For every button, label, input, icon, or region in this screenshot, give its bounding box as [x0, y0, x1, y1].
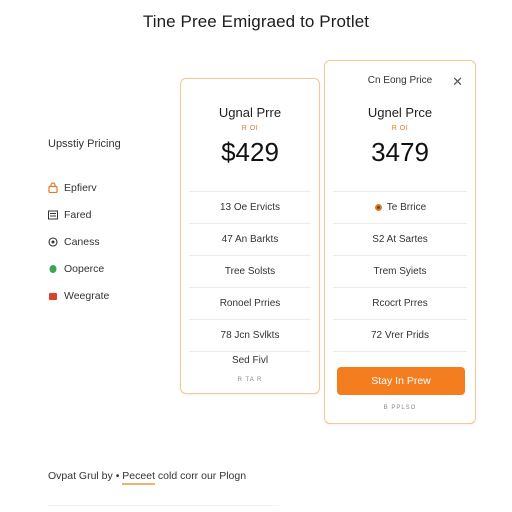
page-title: Tine Pree Emigraed to Protlet [142, 12, 370, 31]
feature-label: Te Brrice [386, 202, 427, 213]
feature-row: 47 An Barkts [189, 223, 311, 255]
plan-name: Ugnal Prre [218, 105, 282, 120]
bag-icon [48, 291, 62, 301]
plan-subtitle: R OI [391, 125, 409, 132]
sidebar-item-weegrate[interactable]: Weegrate [48, 282, 168, 309]
feature-row: 13 Oe Ervicts [189, 191, 311, 223]
divider [333, 351, 467, 352]
plan-name: Ugnel Prce [367, 105, 433, 120]
feature-row: Rcocrt Prres [333, 287, 467, 319]
stay-in-plan-button[interactable]: Stay In Prew [337, 367, 465, 395]
sidebar-item-label: Caness [64, 235, 100, 248]
feature-row: Tree Solsts [189, 255, 311, 287]
bottom-note-text: Ovpat Grul by • [48, 470, 120, 482]
close-icon[interactable]: ✕ [452, 74, 463, 90]
bottom-note-link[interactable]: Peceet [122, 470, 155, 485]
sidebar-item-label: Weegrate [64, 289, 110, 302]
sidebar-item-epfierv[interactable]: Epfierv [48, 174, 168, 201]
feature-sidebar: Upsstiy Pricing Epfierv Fared Caness Oop… [48, 138, 168, 309]
divider [189, 351, 311, 352]
plan-price: $429 [221, 137, 279, 167]
divider [48, 505, 278, 506]
bottom-note-rest: cold corr our Plogn [157, 470, 247, 482]
sidebar-item-fared[interactable]: Fared [48, 201, 168, 228]
sidebar-item-caness[interactable]: Caness [48, 228, 168, 255]
globe-icon [48, 236, 62, 247]
list-icon [48, 210, 62, 220]
sidebar-item-label: Epfierv [64, 181, 97, 194]
bottom-note: Ovpat Grul by • Peceet cold corr our Plo… [48, 470, 247, 485]
feature-row: Ronoel Prries [189, 287, 311, 319]
plan-footer-label[interactable]: Sed Fivl [181, 355, 319, 366]
feature-row: Trem Syiets [333, 255, 467, 287]
feature-row: S2 At Sartes [333, 223, 467, 255]
plan-subtitle: R OI [241, 125, 259, 132]
feature-row: 72 Vrer Prids [333, 319, 467, 351]
sidebar-item-label: Ooperce [64, 262, 105, 275]
feature-list: Te Brrice S2 At Sartes Trem Syiets Rcocr… [333, 191, 467, 352]
sidebar-heading: Upsstiy Pricing [48, 138, 121, 150]
plan-footer-note: B PPLSO [383, 405, 417, 411]
feature-row: 78 Jcn Svlkts [189, 319, 311, 351]
feature-row: Te Brrice [333, 191, 467, 223]
feature-list: 13 Oe Ervicts 47 An Barkts Tree Solsts R… [189, 191, 311, 352]
pricing-card-featured: Cn Eong Price ✕ Ugnel Prce R OI 3479 Te … [324, 60, 476, 424]
tag-icon [374, 203, 383, 212]
plan-footer-note: R TA R [237, 377, 263, 383]
leaf-icon [48, 263, 62, 274]
sidebar-item-label: Fared [64, 208, 92, 221]
sidebar-item-ooperce[interactable]: Ooperce [48, 255, 168, 282]
pricing-card-basic: Ugnal Prre R OI $429 13 Oe Ervicts 47 An… [180, 78, 320, 394]
lock-icon [48, 182, 62, 193]
plan-price: 3479 [371, 137, 429, 167]
